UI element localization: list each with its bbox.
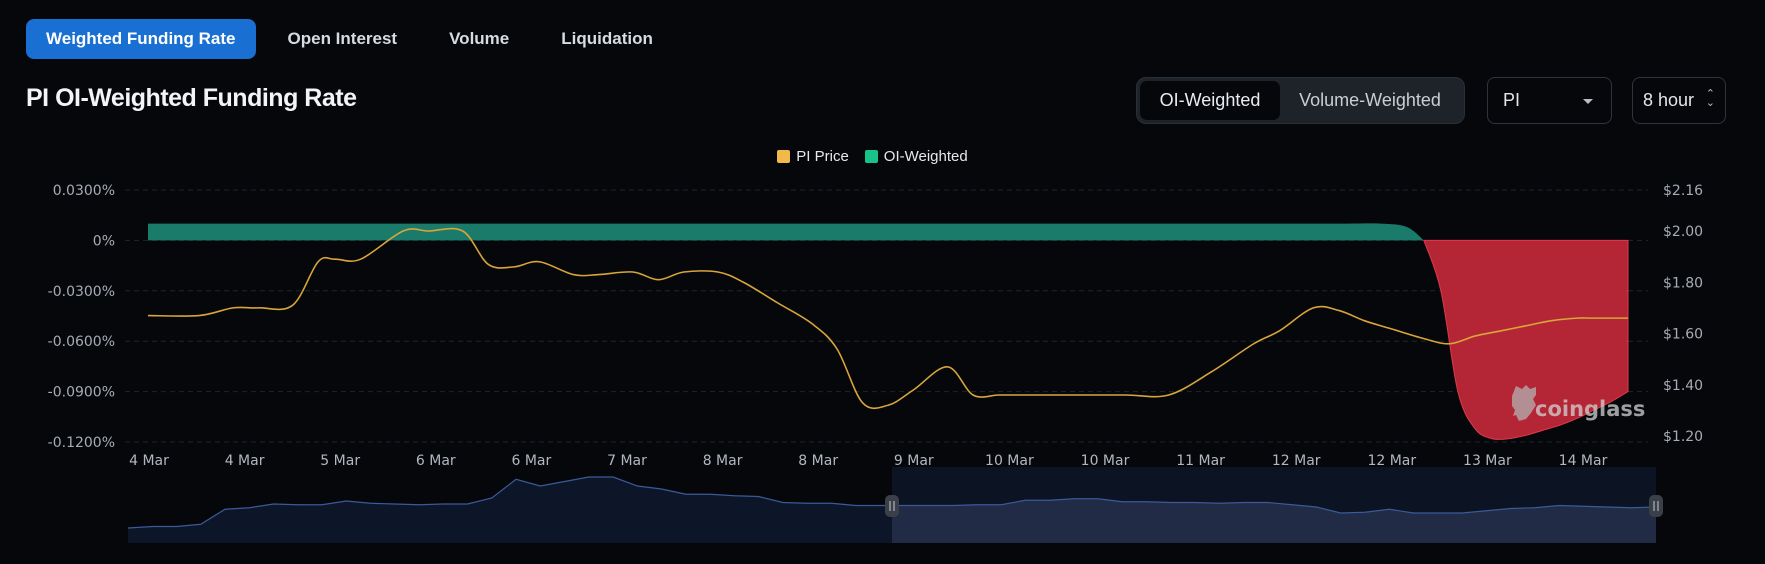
left-tick-label: -0.0600% [48,334,115,350]
legend-swatch-oi-weighted [864,150,878,163]
tab-liquidation[interactable]: Liquidation [541,19,673,59]
page-title: PI OI-Weighted Funding Rate [26,84,357,112]
x-tick-label: 12 Mar [1272,453,1321,469]
left-axis: 0.0300% 0% -0.0300% -0.0600% -0.0900% -0.1200… [48,183,115,451]
x-axis: 4 Mar 4 Mar 5 Mar 6 Mar 6 Mar 7 Mar 8 Mar 8 Mar… [129,453,1607,469]
left-tick-label: -0.1200% [48,435,115,451]
right-tick-label: $1.20 [1663,429,1703,445]
volume-weighted-button[interactable]: Volume-Weighted [1280,81,1460,120]
tab-open-interest[interactable]: Open Interest [268,19,418,59]
x-tick-label: 9 Mar [894,453,934,469]
x-tick-label: 10 Mar [985,453,1034,469]
right-axis: $2.16 $2.00 $1.80 $1.60 $1.40 $1.20 [1663,183,1703,445]
left-tick-label: 0.0300% [53,183,115,199]
x-tick-label: 13 Mar [1463,453,1512,469]
x-tick-label: 11 Mar [1176,453,1225,469]
up-down-chevron-icon: ⌃ ⌄ [1705,88,1715,109]
watermark-text: coinglass [1535,397,1645,421]
right-tick-label: $2.00 [1663,224,1703,240]
x-tick-label: 8 Mar [703,453,743,469]
weighting-toggle: OI-Weighted Volume-Weighted [1136,77,1465,124]
x-tick-label: 5 Mar [320,453,360,469]
navigator-left-handle[interactable] [885,495,899,517]
right-tick-label: $1.60 [1663,327,1703,343]
oi-weighted-button[interactable]: OI-Weighted [1140,81,1280,120]
legend-label-pi-price: PI Price [796,148,849,165]
tab-weighted-funding-rate[interactable]: Weighted Funding Rate [26,19,256,59]
funding-areas [148,223,1629,441]
coin-select[interactable]: PI [1487,77,1612,124]
x-tick-label: 12 Mar [1367,453,1416,469]
left-tick-label: -0.0300% [48,284,115,300]
pi-price-line [147,227,1628,410]
caret-down-icon [1583,99,1593,104]
interval-select-value: 8 hour [1643,90,1695,110]
x-tick-label: 7 Mar [607,453,647,469]
navigator [127,467,1663,543]
tab-volume[interactable]: Volume [429,19,529,59]
legend-label-oi-weighted: OI-Weighted [883,148,968,165]
funding-rate-chart: 0.0300% 0% -0.0300% -0.0600% -0.0900% -0.1200… [48,183,1703,543]
x-tick-label: 6 Mar [512,453,552,469]
x-tick-label: 14 Mar [1559,453,1608,469]
navigator-right-handle[interactable] [1649,495,1663,517]
legend-item-pi-price[interactable]: PI Price [777,148,849,165]
legend-item-oi-weighted[interactable]: OI-Weighted [864,148,968,165]
left-tick-label: 0% [93,233,115,249]
coin-select-value: PI [1503,90,1521,110]
price-series [147,227,1628,410]
tab-bar: Weighted Funding Rate Open Interest Volu… [26,19,685,59]
right-tick-label: $2.16 [1663,183,1703,199]
positive-funding-area [148,223,1424,241]
x-tick-label: 6 Mar [416,453,456,469]
x-tick-label: 10 Mar [1081,453,1130,469]
chart-legend: PI Price OI-Weighted [0,148,1765,165]
left-tick-label: -0.0900% [48,385,115,401]
legend-swatch-pi-price [777,150,791,163]
x-tick-label: 4 Mar [129,453,169,469]
interval-select[interactable]: 8 hour ⌃ ⌄ [1632,77,1726,124]
right-tick-label: $1.80 [1663,275,1703,291]
x-tick-label: 8 Mar [798,453,838,469]
x-tick-label: 4 Mar [225,453,265,469]
right-tick-label: $1.40 [1663,378,1703,394]
